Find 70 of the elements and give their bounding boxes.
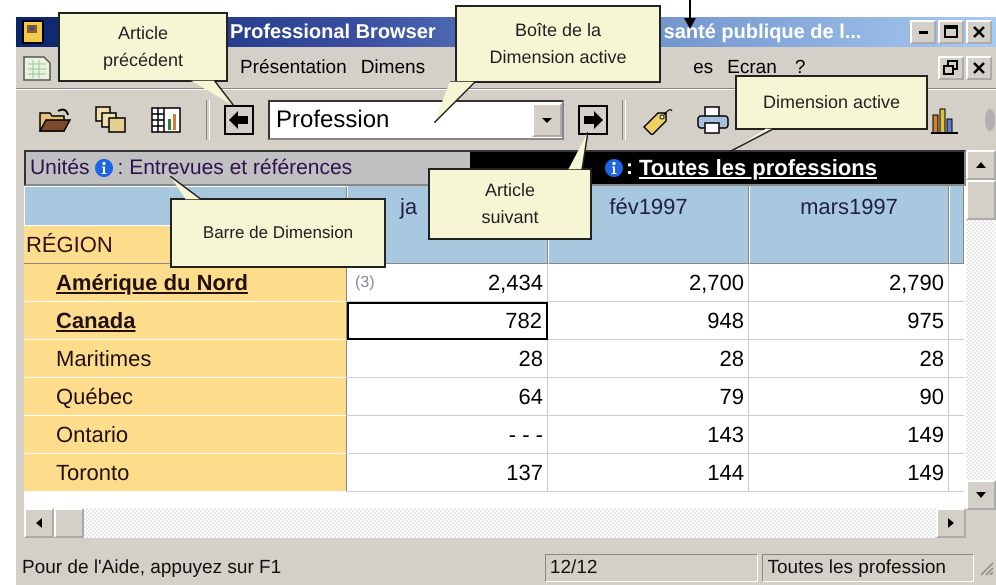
status-text: Toutes les profession [762,554,974,582]
row-header[interactable]: Québec [24,378,347,416]
scroll-right-button[interactable] [936,508,966,538]
document-icon[interactable] [22,54,52,82]
callout-tooltip: Boîte de la Dimension active [455,5,661,83]
scroll-up-button[interactable] [966,150,996,180]
dimension-dropdown[interactable]: Profession [268,100,564,140]
left-arrow-icon [36,518,42,528]
table-cell: 28 [347,340,548,378]
info-icon[interactable] [604,158,624,178]
menu-item[interactable]: Dimens [360,57,426,79]
window-title: Professional Browser [230,20,436,44]
separator-text: : [626,156,633,180]
menu-item[interactable]: Présentation [240,57,347,79]
table-cell: 2,700 [548,264,749,302]
table-cell: 948 [548,302,749,340]
callout-tail [568,132,588,170]
callout-tail [190,80,234,106]
table-cell: 28 [548,340,749,378]
printer-icon[interactable] [696,105,730,135]
table-cell: 64 [347,378,548,416]
app-icon [20,19,46,45]
maximize-icon [942,23,960,41]
menu-item[interactable]: es [693,57,714,79]
table-cell: 144 [548,454,749,492]
right-arrow-icon [948,518,954,528]
maximize-button[interactable] [938,20,964,44]
close-button[interactable] [966,56,992,80]
close-button[interactable] [966,20,992,44]
minimize-button[interactable] [910,20,936,44]
status-text: Pour de l'Aide, appuyez sur F1 [21,556,282,580]
row-header[interactable]: Maritimes [24,340,347,378]
next-button[interactable] [578,105,608,135]
table-chart-icon[interactable] [150,105,184,135]
footnote-mark: (3) [355,274,375,292]
resize-grip-icon [978,560,994,576]
scroll-down-button[interactable] [966,480,996,510]
scroll-left-button[interactable] [24,508,54,538]
callout-tail [434,81,476,123]
scroll-thumb[interactable] [966,180,996,220]
restore-icon [942,59,960,77]
down-arrow-icon [976,492,986,498]
copy-icon[interactable] [94,105,128,135]
row-header[interactable]: Canada [24,302,347,340]
vertical-scrollbar[interactable] [966,150,996,510]
restore-button[interactable] [938,56,964,80]
units-label: Unités [30,156,90,180]
row-header[interactable]: Ontario [24,416,347,454]
previous-button[interactable] [224,105,254,135]
dropdown-arrow-icon [542,118,552,122]
table-cell: 143 [548,416,749,454]
row-header[interactable]: Amérique du Nord [24,264,347,302]
minimize-icon [918,30,928,34]
scroll-thumb[interactable] [54,508,84,538]
callout-tail [729,128,775,152]
table-cell: 137 [347,454,548,492]
table-cell: - - - [347,416,548,454]
column-header: mars1997 [749,186,949,264]
callout-tail [170,176,202,200]
up-arrow-icon [976,162,986,168]
horizontal-scrollbar[interactable] [24,508,966,538]
table-cell: 79 [548,378,749,416]
units-value: : Entrevues et références [118,156,352,180]
row-header[interactable]: Toronto [24,454,347,492]
callout-tooltip: Article suivant [428,168,592,240]
status-text: 12/12 [544,554,758,582]
active-dimension-link[interactable]: Toutes les professions [639,155,877,181]
table-cell: 782 [347,302,548,340]
callout-tooltip: Barre de Dimension [170,198,386,268]
window-title: santé publique de l... [664,20,862,44]
